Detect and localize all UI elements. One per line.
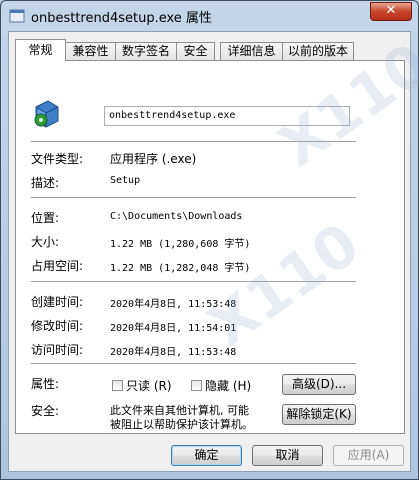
file-type-label: 文件类型: <box>31 152 84 166</box>
tab-security[interactable]: 安全 <box>176 42 215 60</box>
exe-file-icon <box>9 9 25 23</box>
size-on-disk-label: 占用空间: <box>31 259 84 273</box>
ok-button[interactable]: 确定 <box>171 445 242 466</box>
tab-compatibility[interactable]: 兼容性 <box>65 42 116 60</box>
size-label: 大小: <box>31 235 60 249</box>
modified-value: 2020年4月8日, 11:54:01 <box>110 323 237 334</box>
readonly-checkbox[interactable] <box>112 380 123 391</box>
description-label: 描述: <box>31 176 60 190</box>
size-value: 1.22 MB (1,280,608 字节) <box>110 239 251 250</box>
separator <box>31 281 356 283</box>
filename-field[interactable]: onbesttrend4setup.exe <box>104 106 350 126</box>
tab-general[interactable]: 常规 <box>15 39 66 61</box>
window-title: onbesttrend4setup.exe 属性 <box>31 11 212 26</box>
tab-details[interactable]: 详细信息 <box>220 42 283 60</box>
modified-label: 修改时间: <box>31 319 84 333</box>
size-on-disk-value: 1.22 MB (1,282,048 字节) <box>110 263 251 274</box>
tab-previous-versions[interactable]: 以前的版本 <box>282 42 354 60</box>
installer-icon <box>34 100 59 128</box>
location-value: C:\Documents\Downloads <box>110 211 243 222</box>
location-label: 位置: <box>31 211 60 225</box>
security-label: 安全: <box>31 404 60 418</box>
close-button[interactable]: ✕ <box>370 2 412 21</box>
properties-window: onbesttrend4setup.exe 属性 ✕ 常规 兼容性 数字签名 安… <box>0 0 419 480</box>
readonly-label[interactable]: 只读 (R) <box>126 377 172 394</box>
created-label: 创建时间: <box>31 295 84 309</box>
tab-digital-signatures[interactable]: 数字签名 <box>115 42 177 60</box>
hidden-label[interactable]: 隐藏 (H) <box>205 377 251 394</box>
title-bar: onbesttrend4setup.exe 属性 ✕ <box>1 1 418 31</box>
separator <box>31 197 356 199</box>
apply-button[interactable]: 应用(A) <box>333 445 404 466</box>
advanced-button[interactable]: 高级(D)... <box>282 374 356 395</box>
unblock-button[interactable]: 解除锁定(K) <box>282 404 356 425</box>
file-type-value: 应用程序 (.exe) <box>110 152 197 166</box>
description-value: Setup <box>110 175 141 186</box>
attributes-label: 属性: <box>31 377 60 391</box>
cancel-button[interactable]: 取消 <box>252 445 323 466</box>
dialog-client: 常规 兼容性 数字签名 安全 详细信息 以前的版本 onbesttrend4se… <box>8 31 411 472</box>
accessed-label: 访问时间: <box>31 343 84 357</box>
accessed-value: 2020年4月8日, 11:53:48 <box>110 347 237 358</box>
security-warning-line2: 被阻止以帮助保护该计算机。 <box>110 418 253 431</box>
created-value: 2020年4月8日, 11:53:48 <box>110 299 237 310</box>
hidden-checkbox[interactable] <box>191 380 202 391</box>
separator <box>31 363 356 365</box>
separator <box>31 141 356 143</box>
general-tab-panel: onbesttrend4setup.exe 文件类型: 应用程序 (.exe) … <box>15 60 405 434</box>
